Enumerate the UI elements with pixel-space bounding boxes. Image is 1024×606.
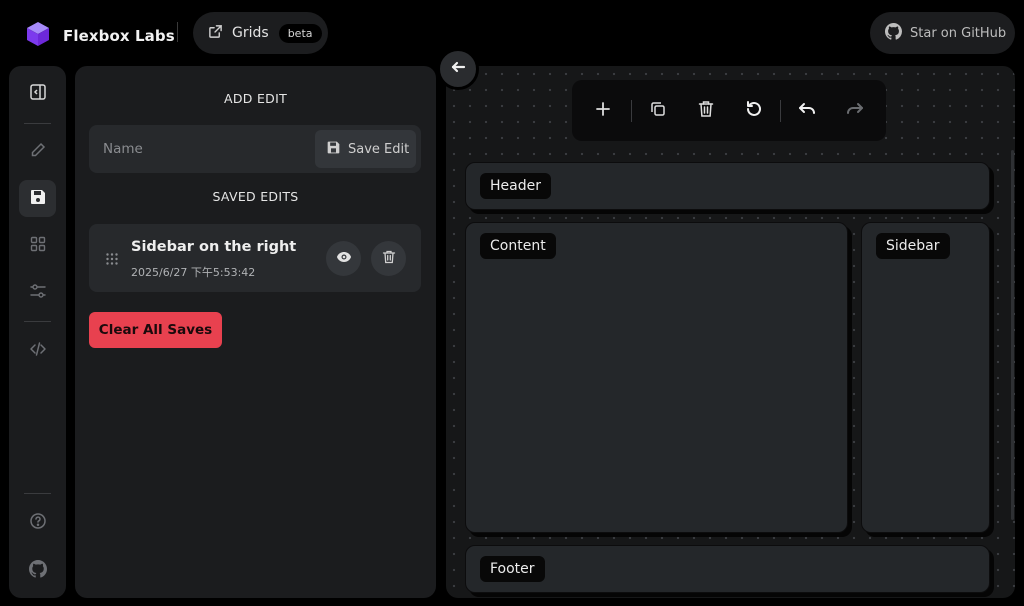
github-icon	[28, 559, 47, 582]
add-edit-title: ADD EDIT	[223, 91, 288, 106]
brand-name: Flexbox Labs	[63, 27, 175, 45]
collapse-sidebar-button[interactable]	[437, 48, 479, 90]
sidebar-toggle-icon	[29, 83, 47, 105]
clear-all-saves-button[interactable]: Clear All Saves	[89, 312, 222, 348]
header-block-label: Header	[480, 173, 551, 199]
add-edit-row: Save Edit	[89, 125, 421, 173]
save-edit-button[interactable]: Save Edit	[315, 130, 416, 168]
redo-icon	[845, 99, 865, 123]
code-button[interactable]	[19, 332, 56, 369]
add-item-button[interactable]	[590, 98, 616, 124]
undo-icon	[797, 99, 817, 123]
rail-divider	[24, 123, 51, 124]
save-icon	[29, 188, 47, 210]
redo-button[interactable]	[842, 98, 868, 124]
github-button-label: Star on GitHub	[910, 25, 1007, 41]
duplicate-button[interactable]	[645, 98, 671, 124]
trash-icon	[696, 99, 716, 123]
saved-edits-button[interactable]	[19, 180, 56, 217]
code-icon	[29, 340, 47, 362]
edit-button[interactable]	[19, 133, 56, 170]
brand-divider	[177, 22, 178, 42]
copy-icon	[648, 99, 668, 123]
grids-link[interactable]: Grids beta	[193, 12, 328, 54]
save-icon	[326, 140, 341, 159]
drag-handle-icon[interactable]	[105, 251, 119, 265]
pencil-icon	[29, 141, 47, 163]
content-block[interactable]: Content	[465, 222, 848, 533]
collapse-panel-button[interactable]	[19, 75, 56, 112]
rail-divider	[24, 493, 51, 494]
footer-block-label: Footer	[480, 556, 545, 582]
eye-icon	[336, 249, 352, 269]
canvas-toolbar	[572, 80, 886, 141]
github-link-button[interactable]	[19, 552, 56, 589]
preview-edit-button[interactable]	[326, 241, 361, 276]
external-link-icon	[208, 24, 223, 43]
content-block-label: Content	[480, 233, 556, 259]
trash-icon	[381, 249, 397, 269]
settings-button[interactable]	[19, 274, 56, 311]
toolbar-divider	[780, 100, 781, 122]
reset-icon	[744, 99, 764, 123]
cube-logo-icon	[24, 20, 52, 52]
saved-edit-title: Sidebar on the right	[131, 239, 297, 255]
saved-edit-timestamp: 2025/6/27 下午5:53:42	[131, 266, 256, 279]
header-block[interactable]: Header	[465, 162, 990, 210]
github-icon	[885, 22, 902, 44]
help-button[interactable]	[19, 504, 56, 541]
sidebar-block[interactable]: Sidebar	[861, 222, 990, 533]
undo-button[interactable]	[794, 98, 820, 124]
delete-item-button[interactable]	[693, 98, 719, 124]
sliders-icon	[29, 282, 47, 304]
edit-name-input[interactable]	[89, 125, 311, 173]
edits-panel: ADD EDIT Save Edit SAVED EDITS Sidebar o…	[75, 66, 436, 598]
brand[interactable]: Flexbox Labs	[24, 20, 175, 52]
canvas-scrollbar[interactable]	[1011, 150, 1014, 520]
beta-badge: beta	[278, 23, 322, 43]
top-bar: Flexbox Labs Grids beta Star on GitHub	[0, 0, 1024, 66]
star-on-github-button[interactable]: Star on GitHub	[870, 12, 1015, 54]
reset-button[interactable]	[741, 98, 767, 124]
saved-edit-item[interactable]: Sidebar on the right 2025/6/27 下午5:53:42	[89, 224, 421, 292]
footer-block[interactable]: Footer	[465, 545, 990, 593]
grid-icon	[29, 235, 47, 257]
delete-edit-button[interactable]	[371, 241, 406, 276]
arrow-left-icon	[449, 58, 467, 80]
sidebar-block-label: Sidebar	[876, 233, 950, 259]
toolbar-divider	[631, 100, 632, 122]
rail-divider	[24, 321, 51, 322]
grids-link-label: Grids	[232, 25, 269, 41]
icon-rail	[9, 66, 66, 598]
add-icon	[593, 99, 613, 123]
help-circle-icon	[29, 512, 47, 534]
saved-edits-title: SAVED EDITS	[212, 189, 299, 204]
templates-button[interactable]	[19, 227, 56, 264]
save-edit-label: Save Edit	[348, 141, 410, 157]
